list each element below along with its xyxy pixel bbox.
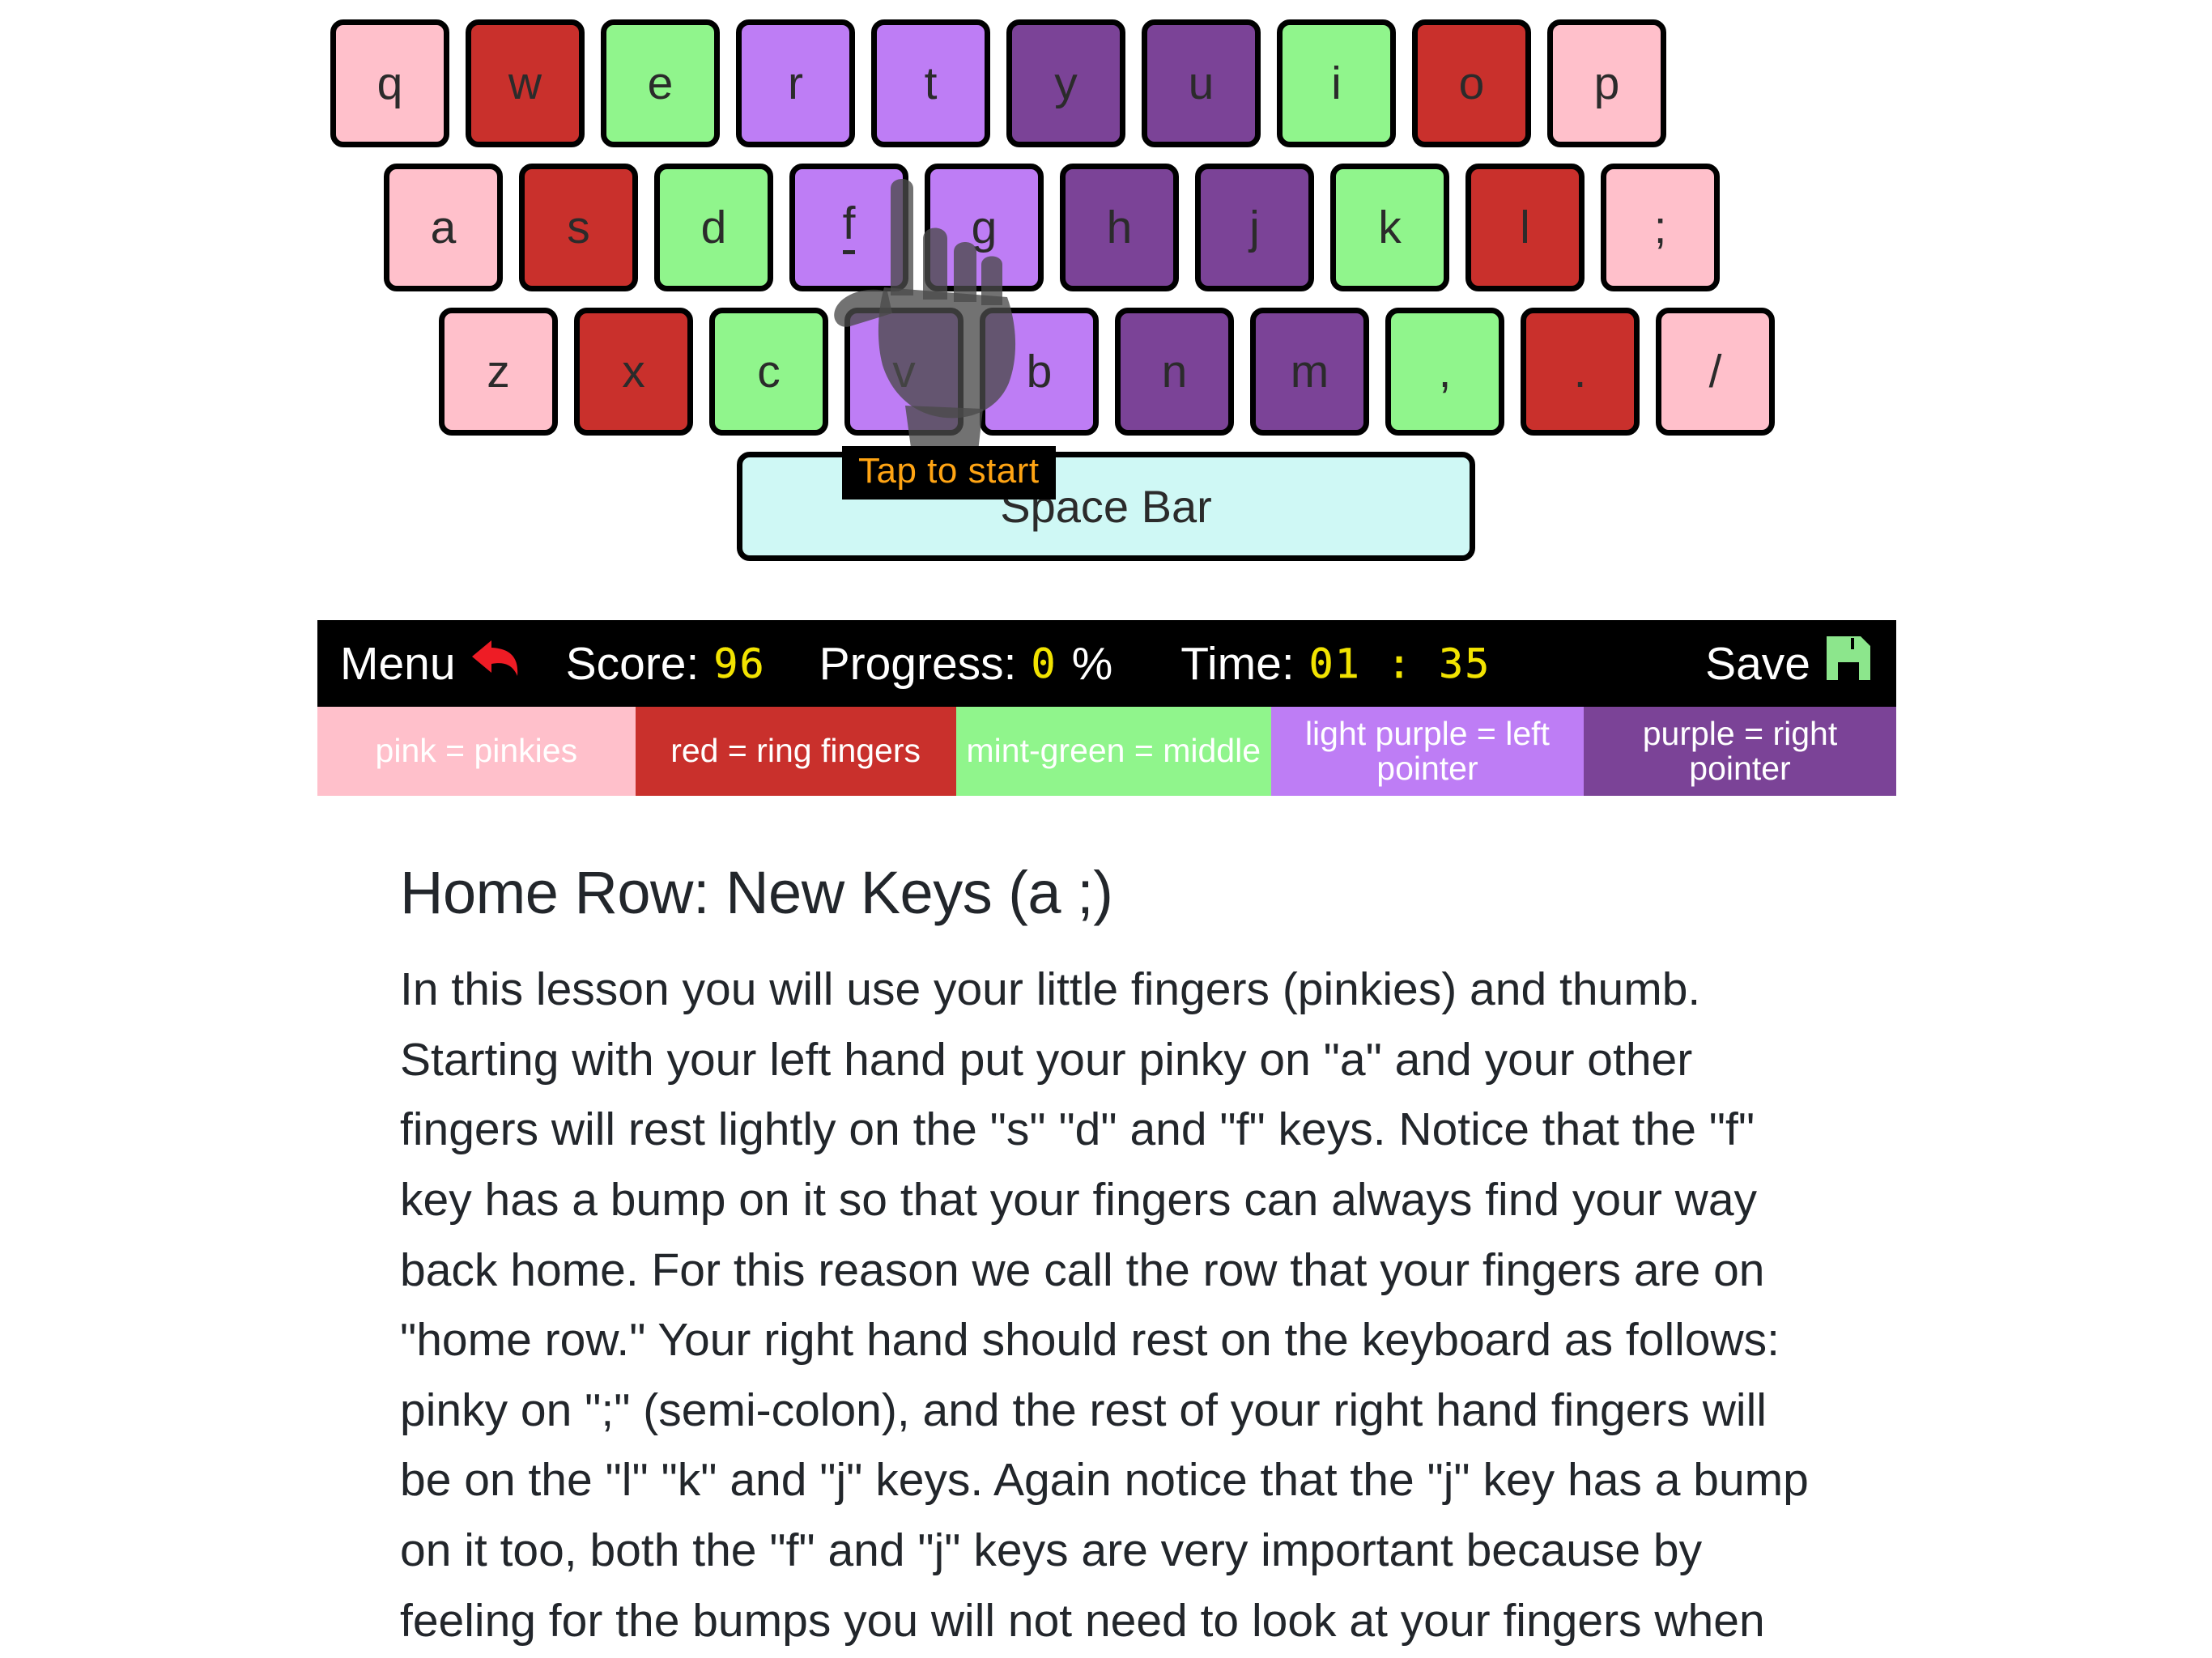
key-p[interactable]: p — [1547, 19, 1666, 147]
key-s[interactable]: s — [519, 164, 638, 291]
key-r[interactable]: r — [736, 19, 855, 147]
key-m[interactable]: m — [1250, 308, 1369, 436]
status-bar: Menu Score: 96 Progress: 0 % Time: 01 : … — [317, 620, 1896, 707]
legend-item-4: purple = right pointer — [1583, 707, 1896, 796]
key-label: w — [508, 57, 542, 109]
menu-label: Menu — [340, 637, 456, 690]
lesson-panel: Home Row: New Keys (a ;) In this lesson … — [400, 858, 1825, 1658]
key-label: b — [1026, 345, 1053, 397]
key-a[interactable]: a — [384, 164, 503, 291]
key-label: s — [567, 201, 590, 253]
keyboard-row-bottom: z x c v b n m,. / — [0, 308, 2212, 436]
lesson-body-text: In this lesson you will use your little … — [400, 963, 1809, 1647]
time-label: Time: — [1180, 637, 1295, 690]
score-display: Score: 96 — [566, 637, 766, 691]
key-;[interactable]: ; — [1601, 164, 1720, 291]
key-label: d — [700, 201, 727, 253]
key-v[interactable]: v — [844, 308, 963, 436]
save-button[interactable]: Save — [1705, 635, 1872, 693]
key-h[interactable]: h — [1060, 164, 1179, 291]
key-label: c — [757, 345, 781, 397]
key-label: a — [430, 201, 457, 253]
key-b[interactable]: b — [980, 308, 1099, 436]
key-c[interactable]: c — [709, 308, 828, 436]
key-label: i — [1331, 57, 1342, 109]
keyboard-row-top: qwertyuiop — [0, 19, 2212, 147]
progress-label: Progress: — [819, 637, 1017, 690]
key-label: . — [1573, 345, 1587, 397]
key-label: l — [1520, 201, 1530, 253]
legend-item-label: purple = right pointer — [1642, 714, 1838, 787]
finger-color-legend: pink = pinkies red = ring fingers mint-gre… — [317, 707, 1896, 796]
key-i[interactable]: i — [1277, 19, 1396, 147]
key-label: v — [892, 345, 916, 397]
key-label: q — [376, 57, 403, 109]
key-w[interactable]: w — [466, 19, 585, 147]
key-o[interactable]: o — [1412, 19, 1531, 147]
key-u[interactable]: u — [1142, 19, 1261, 147]
key-label: x — [622, 345, 645, 397]
tap-to-start-tooltip[interactable]: Tap to start — [842, 446, 1056, 500]
legend-item-label: red = ring fingers — [670, 732, 921, 770]
tooltip-label: Tap to start — [858, 451, 1040, 491]
key-label: ; — [1653, 201, 1667, 253]
key-/[interactable]: / — [1656, 308, 1775, 436]
score-value: 96 — [713, 640, 766, 687]
key-x[interactable]: x — [574, 308, 693, 436]
legend-item-label: light purple = left pointer — [1304, 714, 1550, 787]
legend-item-0: pink = pinkies — [317, 707, 636, 796]
key-d[interactable]: d — [654, 164, 773, 291]
key-g[interactable]: g — [925, 164, 1044, 291]
key-k[interactable]: k — [1330, 164, 1449, 291]
key-label: , — [1438, 345, 1452, 397]
legend-item-2: mint-green = middle — [955, 707, 1271, 796]
score-label: Score: — [565, 637, 700, 690]
legend-item-label: mint-green = middle — [966, 732, 1261, 770]
key-label: h — [1106, 201, 1133, 253]
lesson-title: Home Row: New Keys (a ;) — [400, 859, 1113, 926]
key-label: g — [971, 201, 998, 253]
key-label: o — [1458, 57, 1485, 109]
back-arrow-icon[interactable] — [470, 637, 521, 691]
key-.[interactable]: . — [1521, 308, 1640, 436]
key-y[interactable]: y — [1006, 19, 1125, 147]
key-label: u — [1188, 57, 1214, 109]
key-q[interactable]: q — [330, 19, 449, 147]
save-label: Save — [1705, 637, 1810, 690]
key-l[interactable]: l — [1465, 164, 1585, 291]
progress-value: 0 — [1031, 640, 1057, 687]
key-j[interactable]: j — [1195, 164, 1314, 291]
typing-tutor-app: q w e r t y u i o p a s d f g h j k l; z x c v b n m,. / Space B… — [0, 0, 2212, 1658]
key-e[interactable]: e — [601, 19, 720, 147]
menu-button[interactable]: Menu — [340, 637, 521, 691]
key-label: p — [1593, 57, 1620, 109]
legend-item-1: red = ring fingers — [635, 707, 956, 796]
keyboard-row-home: a s d f g h j k l; — [0, 164, 2212, 291]
key-label: m — [1290, 345, 1329, 397]
spacebar-container: Space Bar — [0, 452, 2212, 561]
key-f[interactable]: f — [789, 164, 908, 291]
key-label: e — [647, 57, 674, 109]
progress-unit: % — [1071, 637, 1113, 690]
progress-display: Progress: 0 % — [819, 637, 1113, 691]
key-z[interactable]: z — [439, 308, 558, 436]
floppy-disk-icon[interactable] — [1825, 635, 1872, 693]
key-label: t — [924, 57, 938, 109]
key-label: k — [1378, 201, 1402, 253]
key-label: f — [842, 201, 856, 254]
key-label: n — [1161, 345, 1188, 397]
key-label: r — [788, 57, 803, 109]
key-label: / — [1708, 345, 1722, 397]
legend-item-label: pink = pinkies — [375, 732, 578, 770]
key-label: j — [1249, 201, 1260, 253]
key-label: z — [487, 345, 510, 397]
time-value: 01 : 35 — [1308, 640, 1491, 687]
virtual-keyboard: q w e r t y u i o p a s d f g h j k l; z x c v b n m,. / Space B… — [0, 19, 2212, 561]
legend-item-3: light purple = left pointer — [1270, 707, 1584, 796]
key-label: y — [1054, 57, 1078, 109]
key-n[interactable]: n — [1115, 308, 1234, 436]
key-t[interactable]: t — [871, 19, 990, 147]
key-,[interactable]: , — [1385, 308, 1504, 436]
time-display: Time: 01 : 35 — [1180, 637, 1491, 691]
